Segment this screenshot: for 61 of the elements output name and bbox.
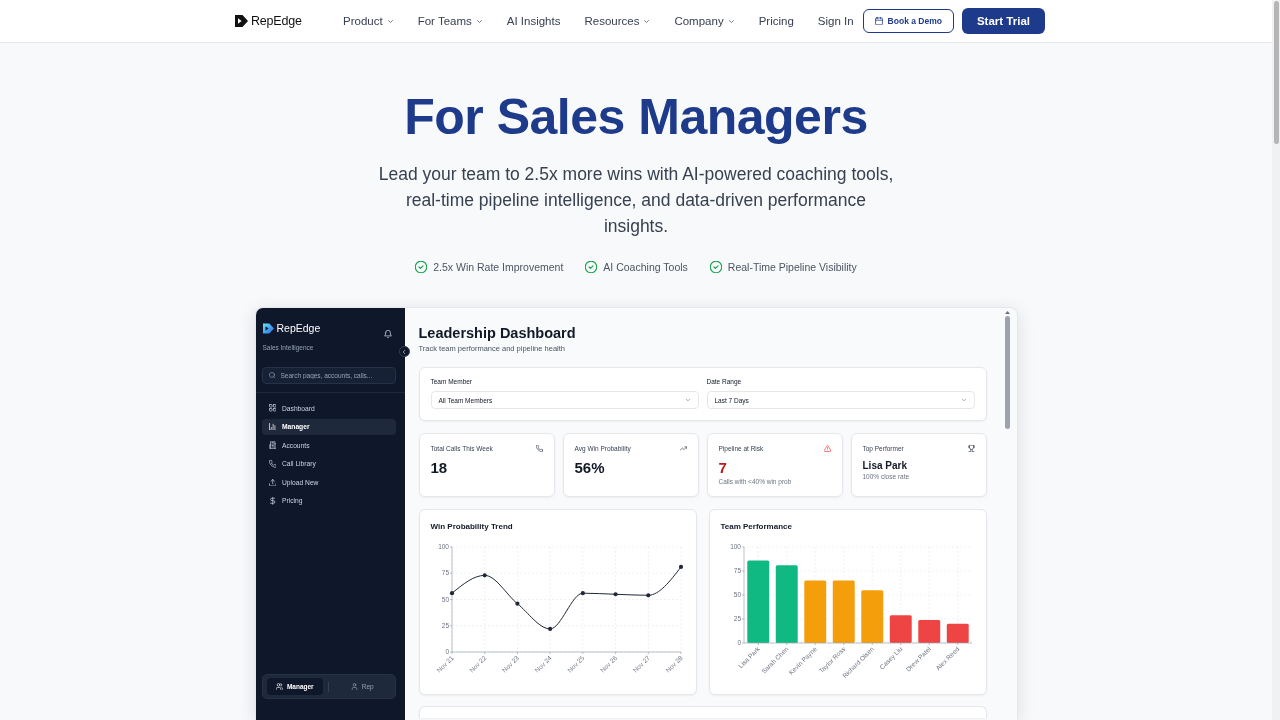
bar	[803, 580, 826, 643]
scrollbar-thumb[interactable]	[1273, 1, 1279, 144]
hero-subtitle: Lead your team to 2.5x more wins with AI-powered coaching tools, real-time pipeline intelligence, and data-driven performance insights.	[377, 163, 895, 238]
data-point	[580, 591, 585, 596]
brand-name: RepEdge	[251, 14, 302, 28]
chevron-down-icon	[960, 397, 967, 403]
nav-link[interactable]: Company	[674, 15, 735, 27]
calendar-icon	[874, 17, 883, 25]
data-point	[678, 564, 683, 570]
hero-title: For Sales Managers	[404, 88, 868, 147]
stat-value: 56%	[574, 459, 606, 476]
warning-icon	[823, 445, 831, 452]
nav-link[interactable]: Resources	[584, 15, 651, 27]
phone-icon	[535, 445, 543, 452]
bar	[946, 623, 969, 643]
book-demo-button[interactable]: Book a Demo	[862, 9, 954, 33]
data-point	[645, 593, 650, 598]
data-point	[449, 591, 454, 596]
building-icon	[268, 441, 276, 449]
bar	[832, 580, 855, 643]
bar-chart-icon	[268, 422, 276, 431]
phone-icon	[268, 460, 276, 468]
search-icon	[268, 372, 275, 379]
highlight-text: AI Coaching Tools	[603, 261, 688, 273]
collapse-button[interactable]	[398, 346, 410, 357]
chart-title: Win Probability Trend	[430, 521, 514, 533]
stat-value: 7	[718, 459, 728, 476]
bell-icon[interactable]	[383, 330, 392, 338]
scrollbar-thumb[interactable]	[1004, 316, 1010, 429]
nav-link[interactable]: For Teams	[417, 15, 483, 27]
chevron-down-icon	[684, 397, 691, 403]
trophy-icon	[967, 445, 975, 452]
upload-icon	[268, 478, 276, 487]
chevron-left-icon	[401, 348, 407, 355]
stat-value: 18	[430, 459, 449, 476]
data-point	[547, 626, 552, 631]
stat-value: Lisa Park	[862, 459, 908, 472]
page-title: Leadership Dashboard	[418, 324, 577, 342]
logo-icon	[262, 322, 274, 334]
start-trial-button[interactable]: Start Trial	[961, 8, 1045, 34]
chart-title: Team Performance	[720, 521, 793, 533]
users-icon	[275, 683, 283, 690]
bar	[917, 619, 940, 643]
nav-link[interactable]: AI Insights	[506, 15, 561, 27]
trend-up-icon	[679, 445, 687, 452]
dollar-icon	[268, 497, 276, 505]
grid-icon	[268, 404, 276, 412]
logo-icon	[235, 15, 248, 27]
bar	[889, 615, 912, 643]
brand-name: RepEdge	[276, 322, 321, 334]
highlight-text: Real-Time Pipeline Visibility	[727, 261, 857, 273]
sign-in-link[interactable]: Sign In	[817, 15, 854, 27]
bar	[860, 590, 883, 643]
nav-link[interactable]: Pricing	[758, 15, 794, 27]
scroll-up-icon[interactable]	[1004, 311, 1010, 314]
data-point	[514, 601, 520, 606]
nav-link[interactable]: Product	[343, 15, 394, 27]
highlight-text: 2.5x Win Rate Improvement	[433, 261, 564, 273]
data-point	[612, 592, 618, 597]
data-point	[482, 573, 487, 578]
user-icon	[350, 683, 358, 690]
